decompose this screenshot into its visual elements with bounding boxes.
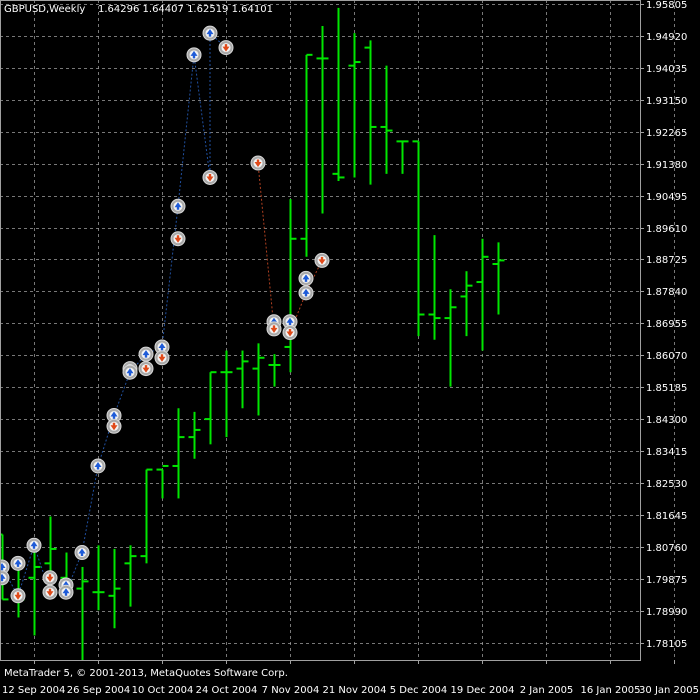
ohlc-bar (380, 65, 393, 174)
sell-signal-marker[interactable] (106, 418, 122, 434)
price-tick-label: 1.91380 (646, 160, 687, 171)
price-tick-label: 1.94920 (646, 32, 687, 43)
sell-signal-marker[interactable] (282, 325, 298, 341)
price-tick-label: 1.78990 (646, 607, 687, 618)
copyright-label: MetaTrader 5, © 2001-2013, MetaQuotes So… (4, 668, 288, 679)
buy-signal-marker[interactable] (26, 537, 42, 553)
sell-signal-marker[interactable] (202, 169, 218, 185)
price-axis[interactable]: 1.95805 1.94920 1.94035 1.93150 1.92265 1.913… (640, 0, 687, 650)
ohlc-bar (444, 289, 457, 387)
signal-line-up (1, 32, 227, 598)
ohlc-bars (0, 7, 505, 661)
sell-signal-marker[interactable] (218, 40, 234, 56)
time-tick-label: 24 Oct 2004 (196, 685, 258, 696)
ohlc-bar (396, 140, 409, 174)
ohlc-bar (156, 464, 169, 499)
ohlc-bar (204, 371, 217, 445)
price-tick-label: 1.79875 (646, 575, 687, 586)
price-tick-label: 1.83415 (646, 447, 687, 458)
price-tick-label: 1.92265 (646, 128, 687, 139)
price-tick-label: 1.93150 (646, 96, 687, 107)
buy-signal-marker[interactable] (202, 25, 218, 41)
ohlc-bar (236, 350, 249, 409)
sell-signal-marker[interactable] (10, 588, 26, 604)
price-tick-label: 1.84300 (646, 415, 687, 426)
ohlc-bar (348, 33, 361, 178)
ohlc-bar (76, 566, 89, 661)
ohlc-bar (316, 25, 329, 214)
buy-signal-marker[interactable] (170, 198, 186, 214)
price-tick-label: 1.88725 (646, 255, 687, 266)
sell-signal-marker[interactable] (42, 570, 58, 586)
grid (0, 0, 675, 660)
ohlc-bar (252, 343, 265, 416)
ohlc-readout: 1.64296 1.64407 1.62519 1.64101 (98, 4, 273, 15)
ohlc-bar (124, 545, 137, 607)
time-tick-label: 5 Dec 2004 (390, 685, 448, 696)
buy-signal-marker[interactable] (74, 545, 90, 561)
ohlc-bar (284, 199, 297, 373)
ohlc-bar (172, 408, 185, 499)
price-tick-label: 1.80760 (646, 543, 687, 554)
price-tick-label: 1.81645 (646, 511, 687, 522)
price-tick-label: 1.94035 (646, 64, 687, 75)
time-tick-label: 7 Nov 2004 (262, 685, 320, 696)
plot-border (0, 0, 641, 661)
ohlc-bar (220, 350, 233, 438)
ohlc-bar (300, 53, 313, 257)
ohlc-bar (268, 354, 281, 387)
buy-signal-marker[interactable] (10, 555, 26, 571)
buy-signal-marker[interactable] (298, 285, 314, 301)
ohlc-bar (428, 235, 441, 340)
price-tick-label: 1.78105 (646, 639, 687, 650)
time-tick-label: 19 Dec 2004 (451, 685, 515, 696)
ohlc-bar (364, 40, 377, 185)
sell-signal-marker[interactable] (266, 321, 282, 337)
price-tick-label: 1.86070 (646, 351, 687, 362)
price-tick-label: 1.82530 (646, 479, 687, 490)
ohlc-bar (108, 548, 121, 629)
symbol-label: GBPUSD,Weekly (4, 4, 85, 15)
buy-signal-marker[interactable] (298, 270, 314, 286)
sell-signal-marker[interactable] (42, 584, 58, 600)
time-tick-label: 26 Sep 2004 (67, 685, 130, 696)
time-tick-label: 30 Jan 2005 (639, 685, 699, 696)
sell-signal-marker[interactable] (138, 361, 154, 377)
ohlc-bar (460, 271, 473, 337)
ohlc-bar (332, 7, 345, 182)
sell-signal-marker[interactable] (154, 350, 170, 366)
ohlc-bar (28, 541, 41, 636)
price-tick-label: 1.95805 (646, 0, 687, 11)
sell-signal-marker[interactable] (170, 231, 186, 247)
price-tick-label: 1.87840 (646, 287, 687, 298)
price-tick-label: 1.86955 (646, 319, 687, 330)
buy-signal-marker[interactable] (90, 458, 106, 474)
time-tick-label: 2 Jan 2005 (520, 685, 574, 696)
buy-signal-marker[interactable] (138, 346, 154, 362)
price-tick-label: 1.89610 (646, 224, 687, 235)
ohlc-bar (412, 140, 425, 337)
ohlc-bar (492, 242, 505, 315)
price-tick-label: 1.85185 (646, 383, 687, 394)
price-tick-label: 1.90495 (646, 192, 687, 203)
buy-signal-marker[interactable] (58, 584, 74, 600)
ohlc-bar (92, 545, 105, 611)
sell-signal-marker[interactable] (314, 252, 330, 268)
time-tick-label: 21 Nov 2004 (322, 685, 386, 696)
ohlc-bar (476, 238, 489, 351)
sell-signal-marker[interactable] (250, 155, 266, 171)
time-tick-label: 16 Jan 2005 (581, 685, 641, 696)
time-tick-label: 10 Oct 2004 (132, 685, 194, 696)
price-chart[interactable]: 1.95805 1.94920 1.94035 1.93150 1.92265 1.913… (0, 0, 700, 700)
time-tick-label: 12 Sep 2004 (2, 685, 65, 696)
buy-signal-marker[interactable] (186, 47, 202, 63)
signal-markers (0, 25, 330, 604)
buy-signal-marker[interactable] (0, 570, 10, 586)
buy-signal-marker[interactable] (122, 364, 138, 380)
